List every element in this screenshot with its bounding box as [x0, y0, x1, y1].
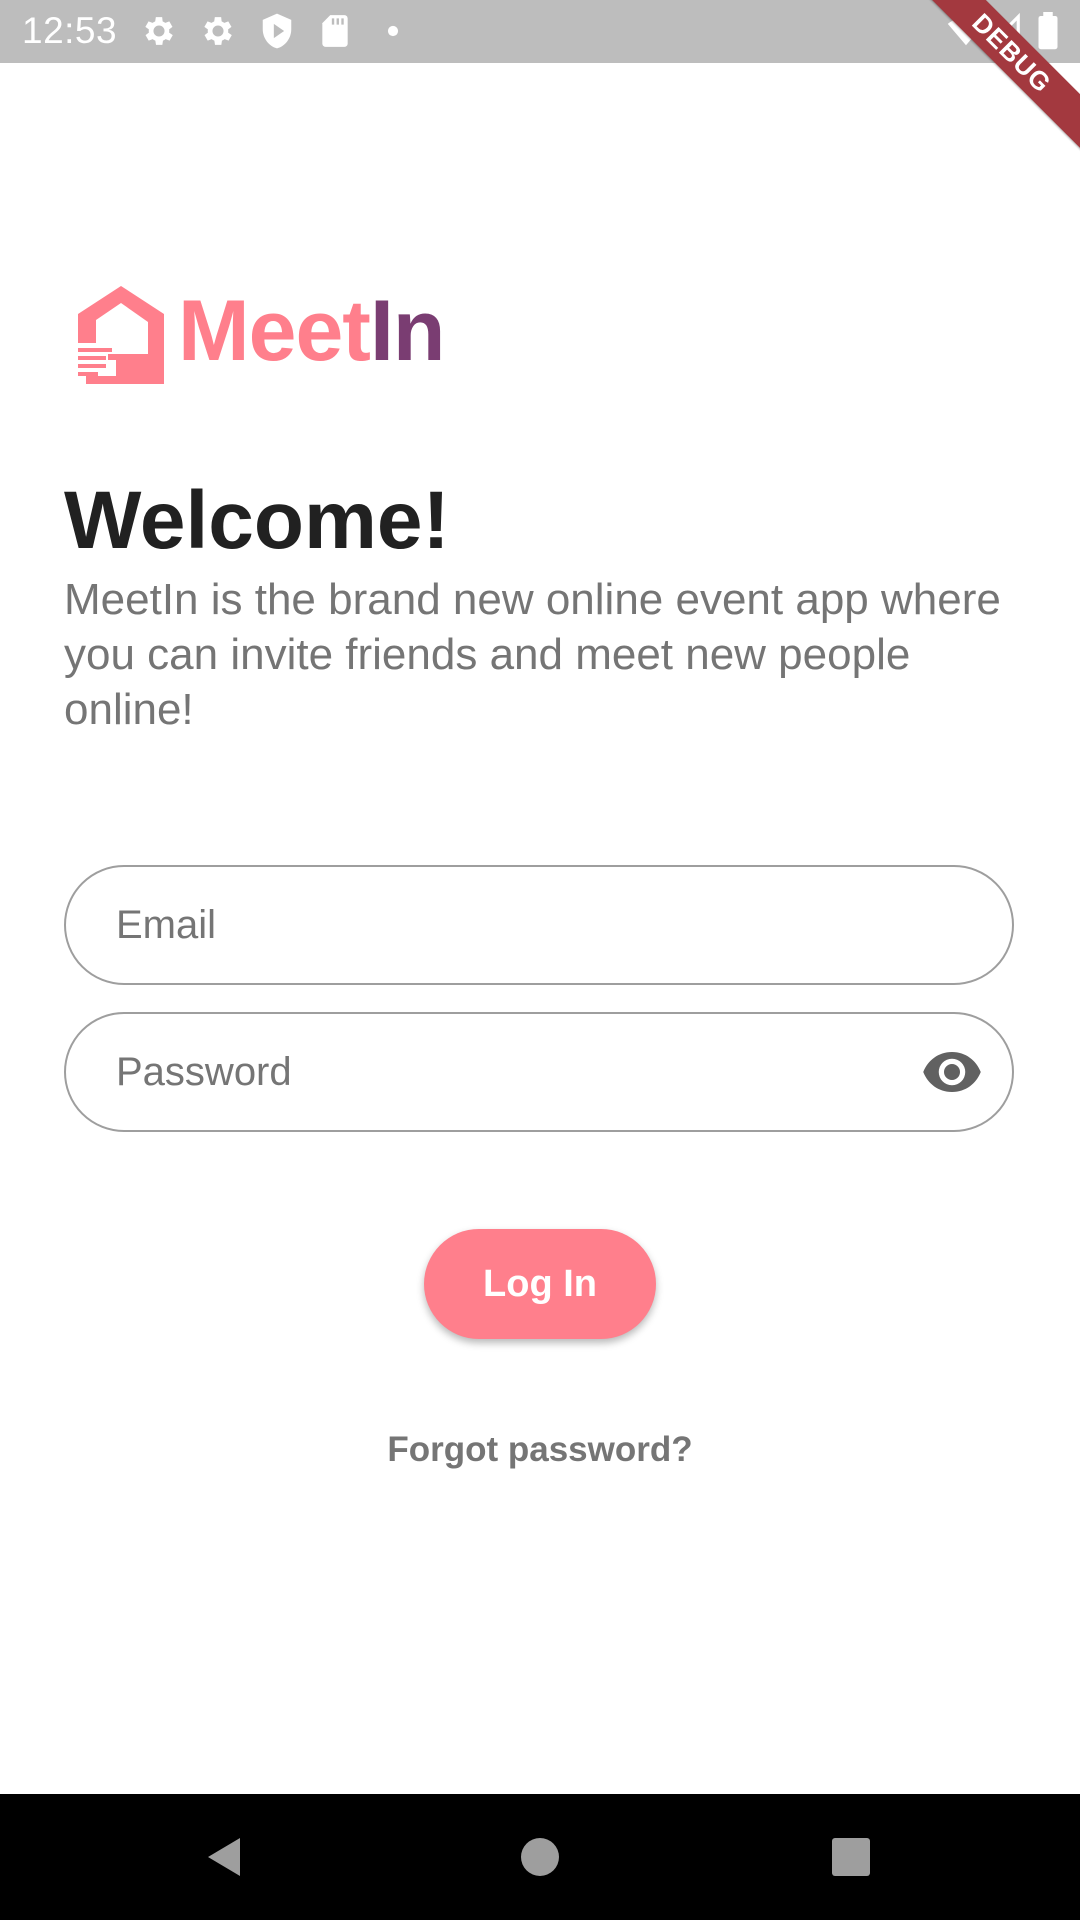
settings-icon [140, 12, 178, 50]
page-title: Welcome! [64, 475, 450, 566]
settings-icon [199, 12, 237, 50]
status-bar: 12:53 DEBUG [0, 0, 1080, 166]
battery-icon [1034, 12, 1062, 50]
status-time: 12:53 [22, 10, 118, 51]
home-icon[interactable] [515, 1832, 565, 1882]
forgot-password-link[interactable]: Forgot password? [0, 1430, 1080, 1470]
shield-play-icon [258, 12, 296, 50]
house-logo-icon [78, 286, 164, 384]
sd-card-icon [316, 12, 354, 50]
dot-icon [374, 12, 412, 50]
app-description: MeetIn is the brand new online event app… [64, 575, 1001, 734]
brand-name-part2: In [369, 283, 445, 379]
email-field-container [64, 865, 1014, 985]
navigation-bar [0, 1794, 1080, 1920]
recents-icon[interactable] [826, 1832, 876, 1882]
brand-name-part1: Meet [178, 283, 371, 379]
back-icon[interactable] [200, 1832, 250, 1882]
password-field-container [64, 1012, 1014, 1132]
login-button[interactable]: Log In [424, 1229, 656, 1339]
email-field[interactable] [116, 867, 896, 983]
eye-icon[interactable] [922, 1047, 982, 1097]
password-field[interactable] [116, 1014, 896, 1130]
brand-name: MeetIn [178, 282, 445, 381]
